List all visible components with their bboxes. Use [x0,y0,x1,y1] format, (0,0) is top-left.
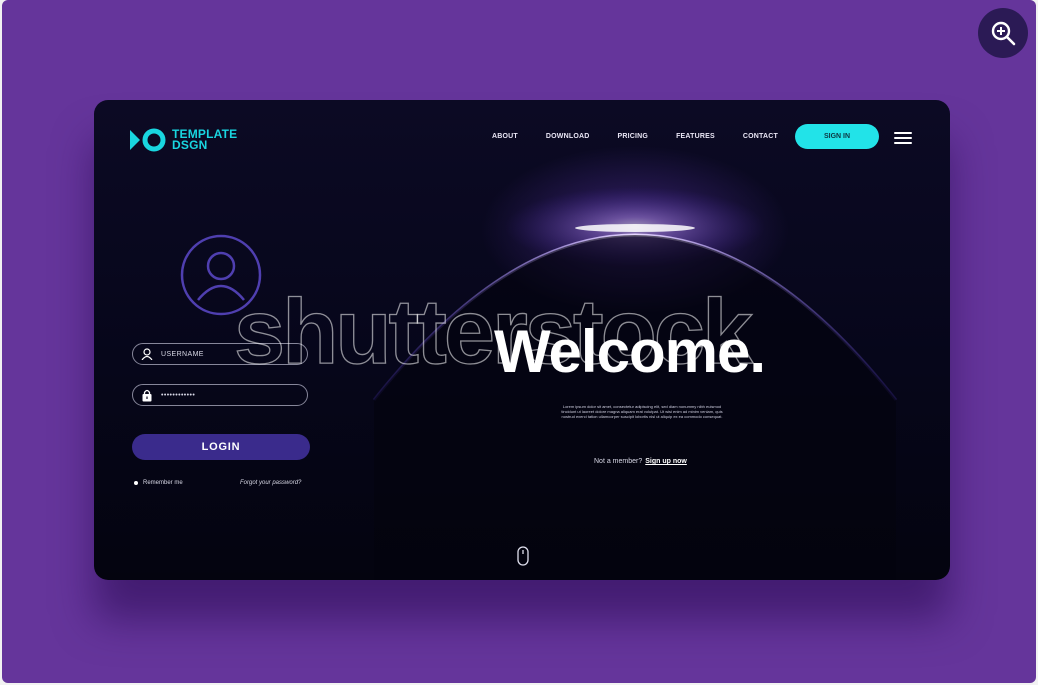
hero-title: Welcome. [494,318,766,385]
forgot-password-link[interactable]: Forgot your password? [240,480,301,486]
username-placeholder: USERNAME [161,350,204,358]
zoom-in-icon [991,21,1016,46]
user-icon [180,234,262,316]
logo-wordmark: TEMPLATE DSGN [172,128,237,152]
login-button[interactable]: LOGIN [132,434,310,460]
screenshot-frame: TEMPLATE DSGN ABOUT DOWNLOAD PRICING FEA… [2,0,1036,683]
user-icon [141,348,153,360]
main-nav: ABOUT DOWNLOAD PRICING FEATURES CONTACT [492,133,806,140]
radio-dot [134,481,138,485]
zoom-in-button[interactable] [978,8,1028,58]
lock-icon [142,389,152,401]
sign-up-link[interactable]: Sign up now [645,458,687,465]
website-mockup: TEMPLATE DSGN ABOUT DOWNLOAD PRICING FEA… [94,100,950,580]
remember-me-option[interactable]: Remember me [134,480,183,486]
logo-icon [130,128,166,152]
nav-features[interactable]: FEATURES [676,133,715,140]
hamburger-icon[interactable] [894,132,912,144]
hero-body: Lorem ipsum dolor sit amet, consectetur … [561,404,723,420]
sign-in-button[interactable]: SIGN IN [795,124,879,149]
password-field[interactable]: •••••••••••• [132,384,308,406]
nav-download[interactable]: DOWNLOAD [546,133,590,140]
logo-line2: DSGN [172,138,208,152]
nav-about[interactable]: ABOUT [492,133,518,140]
brand-logo[interactable]: TEMPLATE DSGN [130,128,237,152]
member-text: Not a member? [594,458,643,465]
mouse-icon[interactable] [517,546,529,566]
nav-pricing[interactable]: PRICING [617,133,648,140]
signup-prompt: Not a member? Sign up now [594,458,687,465]
nav-contact[interactable]: CONTACT [743,133,778,140]
remember-me-label: Remember me [143,480,183,486]
username-field[interactable]: USERNAME [132,343,308,365]
password-value: •••••••••••• [161,391,196,399]
